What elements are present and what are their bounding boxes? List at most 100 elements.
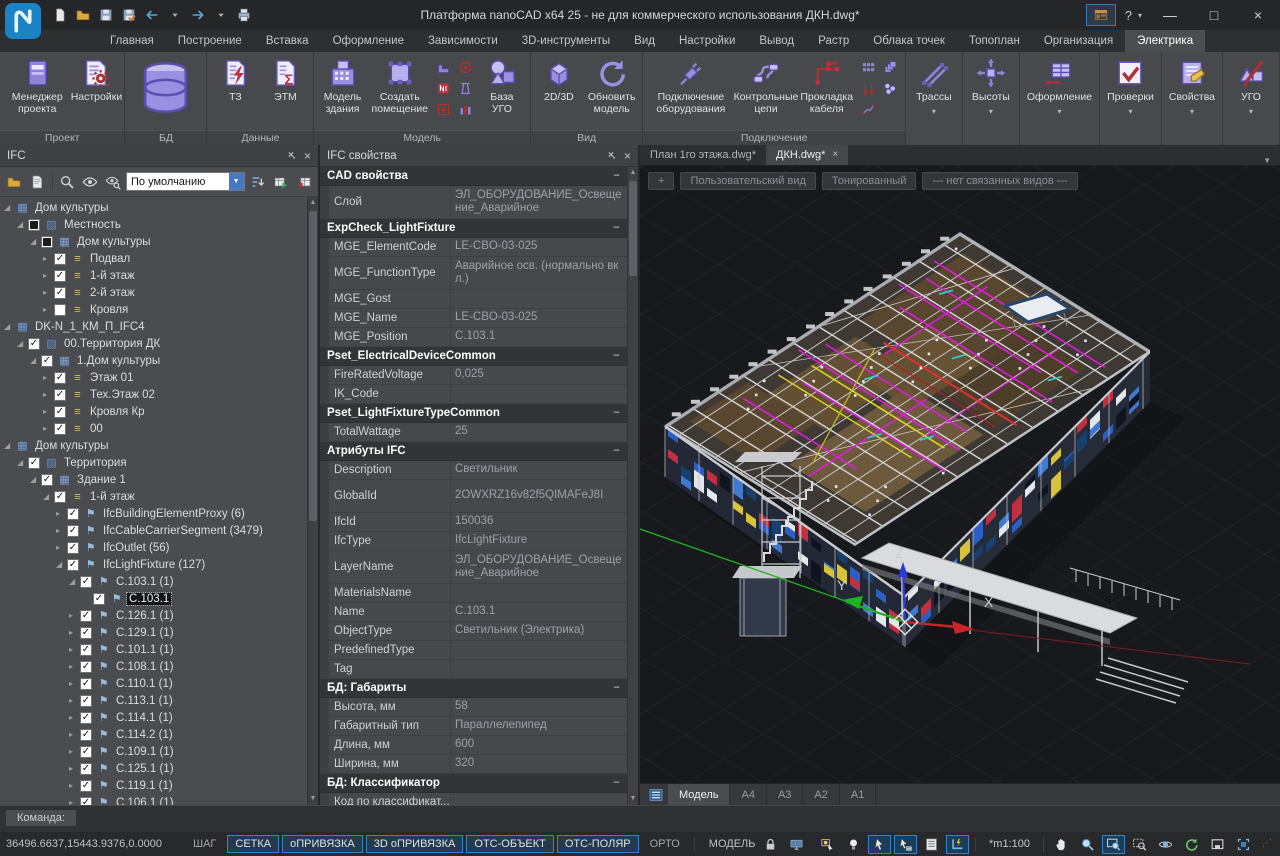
checkbox[interactable]: ✓ [67, 542, 79, 554]
checkbox[interactable]: ✓ [80, 780, 92, 792]
checkbox[interactable]: ✓ [80, 763, 92, 775]
expand-icon[interactable]: ▸ [56, 509, 67, 518]
tree-item[interactable]: ✓⚑C.103.1 [0, 590, 307, 607]
tree-item[interactable]: ◢▨Местность [0, 216, 307, 233]
checkbox[interactable]: ✓ [67, 525, 79, 537]
scroll-up-icon[interactable]: ▲ [308, 197, 318, 209]
viewport-control-button[interactable]: Пользовательский вид [680, 172, 815, 190]
ribbon-tab[interactable]: Электрика [1125, 30, 1205, 52]
tree-item[interactable]: ▸✓≡2-й этаж [0, 284, 307, 301]
tree-item[interactable]: ◢✓▨00.Территория ДК [0, 335, 307, 352]
properties-scrollbar[interactable]: ▲ ▼ [627, 167, 638, 805]
checkbox[interactable]: ✓ [41, 355, 53, 367]
checkbox[interactable]: ✓ [80, 729, 92, 741]
property-row[interactable]: MGE_ElementCodeLE-CBO-03-025 [320, 238, 627, 257]
collapse-section-icon[interactable]: − [613, 682, 620, 694]
tab-list-icon[interactable]: ▼ [1254, 156, 1280, 165]
property-row[interactable]: IK_Code [320, 385, 627, 404]
checkbox[interactable]: ✓ [54, 372, 66, 384]
tree-item[interactable]: ◢▦Дом культуры [0, 437, 307, 454]
expand-icon[interactable]: ▸ [43, 407, 54, 416]
qa-new-file-button[interactable] [50, 5, 70, 25]
ribbon-tab[interactable]: Организация [1032, 30, 1125, 52]
collapse-section-icon[interactable]: − [613, 777, 620, 789]
ribbon-tab[interactable]: Вид [622, 30, 667, 52]
qa-save-button[interactable] [96, 5, 116, 25]
open-folder-button[interactable] [5, 172, 24, 192]
property-row[interactable]: PredefinedType [320, 641, 627, 660]
property-section-header[interactable]: Pset_LightFixtureTypeCommon− [320, 404, 627, 423]
checkbox[interactable]: ✓ [80, 576, 92, 588]
collapse-icon[interactable]: ◢ [17, 339, 28, 348]
viewport-control-button[interactable]: + [648, 172, 674, 190]
close-panel-icon[interactable]: × [624, 149, 631, 163]
ribbon-small-button[interactable] [861, 102, 876, 117]
ribbon-button[interactable]: Прокладка кабеля [797, 54, 857, 115]
collapse-icon[interactable]: ◢ [43, 492, 54, 501]
tree-item[interactable]: ▸✓⚑C.110.1 (1) [0, 675, 307, 692]
filter-select[interactable]: По умолчанию▼ [126, 172, 245, 191]
eye-search-button[interactable] [103, 172, 122, 192]
lightbulb-button[interactable] [842, 835, 865, 854]
tree-item[interactable]: ▸✓⚑IfcBuildingElementProxy (6) [0, 505, 307, 522]
ribbon-dropdown-button[interactable]: Высоты▾ [966, 54, 1016, 116]
ribbon-tab[interactable]: Вставка [254, 30, 321, 52]
qa-open-file-button[interactable] [73, 5, 93, 25]
model-canvas[interactable]: Y X Z +Пользовательский видТонированный-… [640, 166, 1280, 783]
property-row[interactable]: СлойЭЛ_ОБОРУДОВАНИЕ_Освещение_Аварийное [320, 186, 627, 219]
tree-item[interactable]: ▸✓≡1-й этаж [0, 267, 307, 284]
checkbox[interactable] [41, 236, 53, 248]
layout-tab[interactable]: A3 [767, 784, 803, 805]
checkbox[interactable]: ✓ [54, 253, 66, 265]
checkbox[interactable]: ✓ [80, 610, 92, 622]
ribbon-button[interactable]: Контрольные цепи [735, 54, 796, 115]
ribbon-button[interactable]: ТЗ [210, 54, 260, 104]
scrollbar-thumb[interactable] [629, 181, 637, 276]
checkbox[interactable]: ✓ [28, 457, 40, 469]
tree-item[interactable]: ◢✓≡1-й этаж [0, 488, 307, 505]
expand-icon[interactable]: ▸ [69, 747, 80, 756]
checkbox[interactable]: ✓ [54, 270, 66, 282]
property-section-header[interactable]: Pset_ElectricalDeviceCommon− [320, 347, 627, 366]
tree-item[interactable]: ▸✓⚑C.125.1 (1) [0, 760, 307, 777]
document-tab[interactable]: ДКН.dwg*× [766, 145, 848, 165]
minimize-button[interactable]: — [1148, 0, 1192, 30]
export-red-button[interactable] [294, 172, 313, 192]
maximize-button[interactable]: □ [1192, 0, 1236, 30]
tree-item[interactable]: ◢▦DK-N_1_КМ_П_IFC4 [0, 318, 307, 335]
collapse-section-icon[interactable]: − [613, 445, 620, 457]
checkbox[interactable]: ✓ [54, 406, 66, 418]
cursor-button[interactable] [868, 835, 891, 854]
checkbox[interactable]: ✓ [80, 712, 92, 724]
cursor-menu-button[interactable] [894, 835, 917, 854]
regen-button[interactable] [1180, 835, 1203, 854]
expand-icon[interactable]: ▸ [69, 645, 80, 654]
expand-icon[interactable]: ▸ [69, 696, 80, 705]
ribbon-tab[interactable]: Зависимости [416, 30, 510, 52]
layout-tab[interactable]: A4 [730, 784, 766, 805]
layout-tab[interactable]: A1 [840, 784, 876, 805]
property-row[interactable]: MGE_NameLE-CBO-03-025 [320, 309, 627, 328]
ribbon-small-button[interactable] [861, 81, 876, 96]
annotation-scale[interactable]: *m1:100 [989, 838, 1030, 850]
layout-list-icon[interactable] [644, 784, 668, 805]
ribbon-button[interactable]: ΣЭТМ [260, 54, 310, 104]
chevron-down-icon[interactable]: ▼ [229, 173, 244, 190]
close-button[interactable]: × [1236, 0, 1280, 30]
tree-item[interactable]: ◢✓⚑IfcLightFixture (127) [0, 556, 307, 573]
checkbox[interactable]: ✓ [41, 474, 53, 486]
tree-item[interactable]: ◢✓▦Здание 1 [0, 471, 307, 488]
ribbon-small-button[interactable] [458, 81, 473, 96]
light-select-button[interactable] [816, 835, 839, 854]
collapse-icon[interactable]: ◢ [69, 577, 80, 586]
property-section-header[interactable]: ExpCheck_LightFixture− [320, 219, 627, 238]
property-section-header[interactable]: БД: Классификатор− [320, 774, 627, 793]
checkbox[interactable]: ✓ [67, 508, 79, 520]
document-tab[interactable]: План 1го этажа.dwg* [640, 145, 766, 165]
expand-icon[interactable]: ▸ [69, 628, 80, 637]
expand-icon[interactable]: ▸ [43, 390, 54, 399]
property-row[interactable]: ObjectTypeСветильник (Электрика) [320, 622, 627, 641]
expand-icon[interactable]: ▸ [43, 271, 54, 280]
scroll-down-icon[interactable]: ▼ [308, 793, 318, 805]
qa-print-button[interactable] [234, 5, 254, 25]
